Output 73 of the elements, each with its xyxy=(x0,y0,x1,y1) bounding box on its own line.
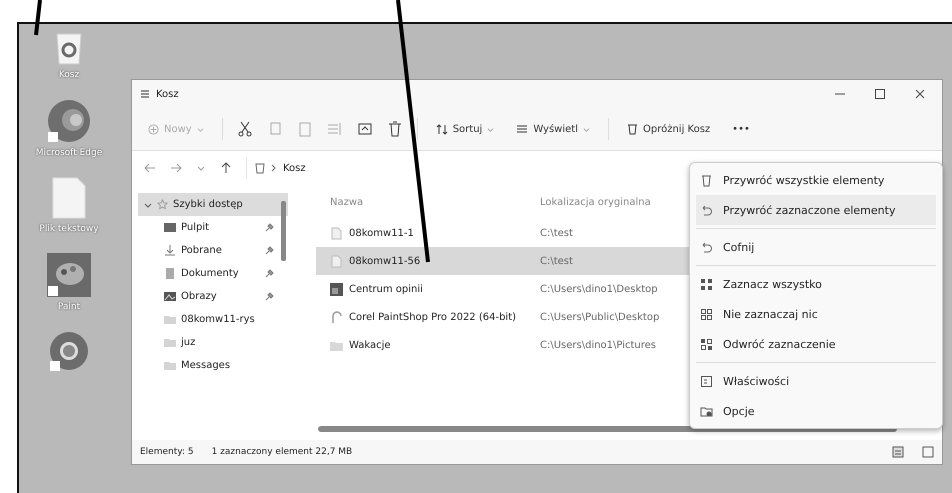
menu-item[interactable]: Nie zaznaczaj nic xyxy=(696,299,936,329)
chevron-down-icon[interactable] xyxy=(144,200,152,208)
window-title: Kosz xyxy=(156,88,179,100)
list-icon xyxy=(516,124,528,134)
grid-outline-icon xyxy=(700,308,713,320)
close-icon[interactable] xyxy=(914,88,926,100)
item-count: Elementy: 5 xyxy=(140,447,194,457)
grid-icon xyxy=(700,278,713,290)
details-view-icon[interactable] xyxy=(892,446,904,458)
chevron-down-icon xyxy=(582,126,590,132)
folder-gear-icon xyxy=(700,404,713,418)
file-location: C:\Users\dino1\Desktop xyxy=(540,284,658,294)
sidebar-item[interactable]: Messages xyxy=(138,354,288,377)
download-icon xyxy=(164,245,176,256)
sidebar-item[interactable]: juz xyxy=(138,331,288,354)
plus-circle-icon xyxy=(148,124,159,134)
star-icon xyxy=(157,199,168,210)
share-icon[interactable] xyxy=(356,121,373,137)
forward-icon[interactable] xyxy=(170,162,182,174)
grid-icon xyxy=(700,338,713,350)
tiles-view-icon[interactable] xyxy=(922,446,934,458)
menu-icon[interactable] xyxy=(140,89,150,99)
file-location: C:\Users\Public\Desktop xyxy=(540,312,660,322)
file-icon xyxy=(330,226,343,240)
file-name: 08komw11-56 xyxy=(349,256,420,266)
folder-icon xyxy=(164,337,176,348)
sort-button[interactable]: Sortuj xyxy=(432,120,498,138)
properties-icon xyxy=(700,374,713,388)
palette-icon[interactable] xyxy=(46,252,92,298)
menu-item[interactable]: Właściwości xyxy=(696,366,936,396)
sort-icon xyxy=(436,124,448,134)
chevron-down-icon xyxy=(196,126,204,132)
empty-recycle-bin-button[interactable]: Opróżnij Kosz xyxy=(622,119,714,139)
selection-info: 1 zaznaczony element 22,7 MB xyxy=(212,447,352,457)
menu-item[interactable]: Opcje xyxy=(696,396,936,426)
sidebar-item[interactable]: 08komw11-rys xyxy=(138,308,288,331)
trash-icon xyxy=(626,123,638,135)
menu-item[interactable]: Przywróć zaznaczone elementy xyxy=(696,195,936,225)
file-name: Corel PaintShop Pro 2022 (64-bit) xyxy=(349,312,516,322)
sidebar-item[interactable]: Pobrane xyxy=(138,239,288,262)
browser-icon[interactable] xyxy=(46,98,92,144)
leader-line xyxy=(34,0,42,36)
view-button[interactable]: Wyświetl xyxy=(512,120,594,138)
folder-icon xyxy=(164,360,176,371)
sidebar-item[interactable]: Dokumenty xyxy=(138,262,288,285)
picture-icon xyxy=(164,291,176,302)
file-location: C:\test xyxy=(540,228,573,238)
document-icon xyxy=(164,268,176,279)
sidebar-item[interactable]: Pulpit xyxy=(138,216,288,239)
desktop-icon xyxy=(164,222,176,233)
trash-icon xyxy=(700,174,713,186)
file-name: 08komw11-1 xyxy=(349,228,414,238)
scissors-icon[interactable] xyxy=(236,121,253,137)
sidebar-item[interactable]: Obrazy xyxy=(138,285,288,308)
undo-arrow-icon xyxy=(700,240,713,254)
file-name: Wakacje xyxy=(349,340,391,350)
up-arrow-icon[interactable] xyxy=(220,162,232,174)
column-header[interactable]: Lokalizacja oryginalna xyxy=(540,196,651,208)
trash-icon[interactable] xyxy=(386,121,403,137)
sidebar-item[interactable]: Szybki dostęp xyxy=(138,193,288,216)
file-location: C:\Users\dino1\Pictures xyxy=(540,340,656,350)
more-button[interactable]: ••• xyxy=(728,120,754,138)
file-icon xyxy=(330,254,343,268)
undo-arrow-icon xyxy=(700,204,713,216)
back-icon[interactable] xyxy=(144,162,156,174)
maximize-icon[interactable] xyxy=(874,88,886,100)
chevron-down-icon xyxy=(487,126,494,132)
file-name: Centrum opinii xyxy=(349,284,423,294)
file-location: C:\test xyxy=(540,256,573,266)
column-header[interactable]: Nazwa xyxy=(316,196,540,208)
menu-item[interactable]: Odwróć zaznaczenie xyxy=(696,329,936,359)
folder-icon xyxy=(164,314,176,325)
browser-icon[interactable] xyxy=(48,330,90,372)
